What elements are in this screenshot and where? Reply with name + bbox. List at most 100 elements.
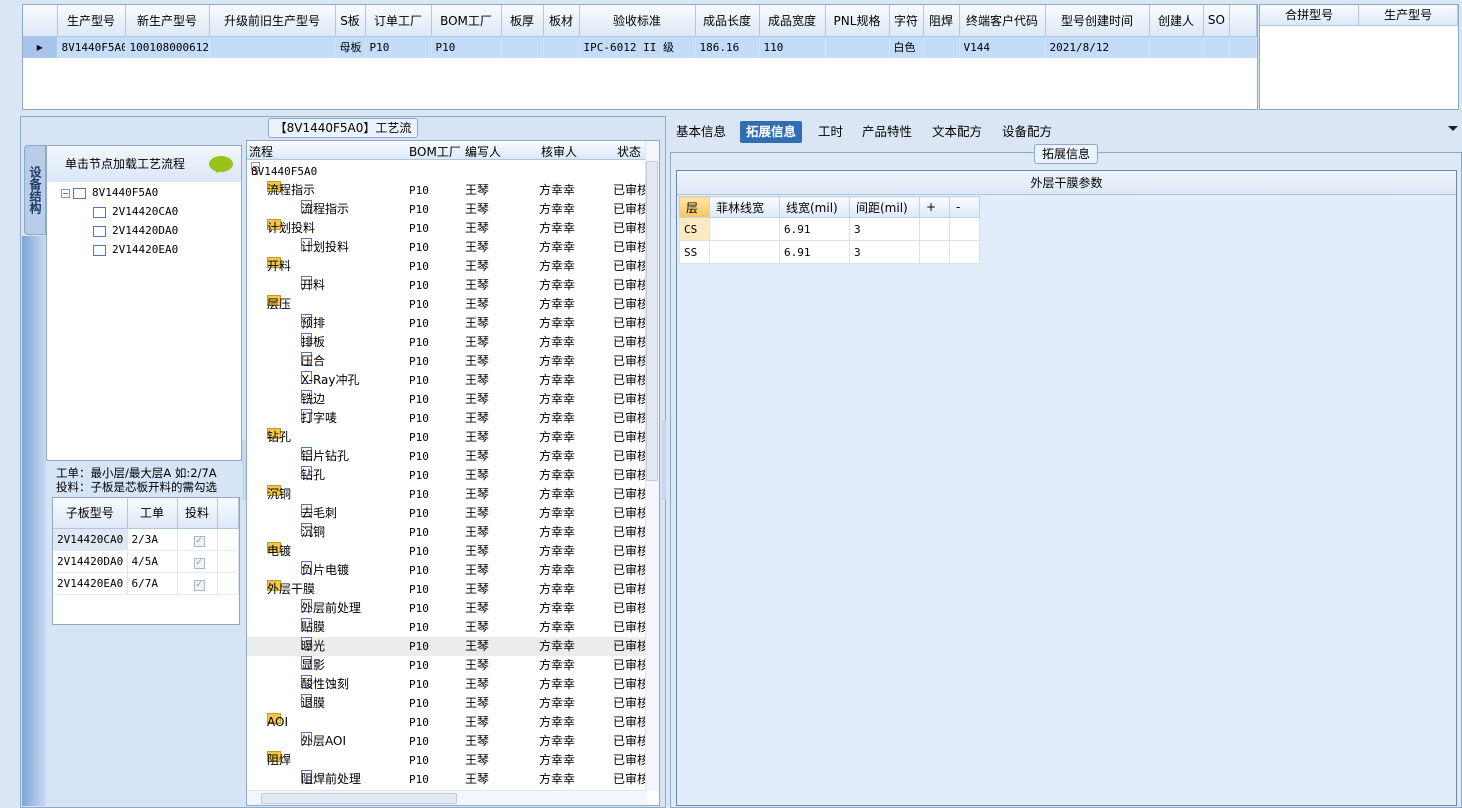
chevron-down-icon[interactable]	[1448, 126, 1458, 136]
flow-step-row[interactable]: 铝片钻孔 P10 王琴 方幸幸 已审核	[247, 447, 649, 466]
flow-step-row[interactable]: 外层前处理 P10 王琴 方幸幸 已审核	[247, 599, 649, 618]
table-row[interactable]: 2V14420EA0 6/7A ✓	[53, 572, 239, 595]
collapse-icon[interactable]: −	[61, 188, 70, 198]
grid-cell[interactable]	[923, 36, 960, 58]
flow-step-row[interactable]: 预排 P10 王琴 方幸幸 已审核	[247, 314, 649, 333]
column-header[interactable]: 创建人	[1149, 5, 1204, 37]
flow-step-row[interactable]: 计划投料 P10 王琴 方幸幸 已审核	[247, 238, 649, 257]
table-row[interactable]: ▸ 8V1440F5A010010800061290母板P10P10IPC-60…	[23, 36, 1257, 58]
tree-root-row[interactable]: − ⌂ 8V1440F5A0	[247, 162, 647, 181]
column-header[interactable]: 订单工厂	[365, 5, 432, 37]
flow-step-row[interactable]: 阻焊前处理 P10 王琴 方幸幸 已审核	[247, 770, 649, 789]
flow-group-row[interactable]: −阻焊P10王琴方幸幸已审核	[247, 751, 649, 770]
grid-cell[interactable]: 白色	[889, 36, 924, 58]
flow-step-row[interactable]: 流程指示 P10 王琴 方幸幸 已审核	[247, 200, 649, 219]
flow-group-row[interactable]: −流程指示P10王琴方幸幸已审核	[247, 181, 649, 200]
column-header-line-width[interactable]: 线宽(mil)	[779, 196, 850, 218]
grid-cell[interactable]: 186.16	[695, 36, 760, 58]
column-header[interactable]: 型号创建时间	[1045, 5, 1150, 37]
flow-group-row[interactable]: −开料P10王琴方幸幸已审核	[247, 257, 649, 276]
flow-group-row[interactable]: −钻孔P10王琴方幸幸已审核	[247, 428, 649, 447]
flow-step-row[interactable]: 酸性蚀刻 P10 王琴 方幸幸 已审核	[247, 675, 649, 694]
tab-extended-info[interactable]: 拓展信息	[740, 121, 803, 143]
column-header[interactable]: 板材	[543, 5, 580, 37]
tab-work-hours[interactable]: 工时	[812, 121, 849, 143]
flow-step-row[interactable]: 铣边 P10 王琴 方幸幸 已审核	[247, 390, 649, 409]
flow-step-row[interactable]: 负片电镀 P10 王琴 方幸幸 已审核	[247, 561, 649, 580]
column-header-production-model[interactable]: 生产型号	[1358, 5, 1458, 26]
flow-step-row[interactable]: 贴膜 P10 王琴 方幸幸 已审核	[247, 618, 649, 637]
tree-node-root[interactable]: −8V1440F5A0	[61, 184, 158, 202]
grid-cell[interactable]: 110	[759, 36, 826, 58]
grid-cell[interactable]	[209, 36, 336, 58]
grid-cell[interactable]: 10010800061290	[125, 36, 210, 58]
remove-column-button[interactable]: -	[949, 196, 980, 218]
tree-node[interactable]: 2V14420EA0	[93, 241, 178, 259]
column-header[interactable]: 成品宽度	[759, 5, 826, 37]
grid-cell[interactable]	[1149, 36, 1204, 58]
add-column-button[interactable]: +	[919, 196, 950, 218]
column-header-status[interactable]: 状态	[617, 143, 641, 160]
column-header-flow[interactable]: 流程	[249, 143, 273, 160]
flow-step-row[interactable]: 显影 P10 王琴 方幸幸 已审核	[247, 656, 649, 675]
column-header[interactable]: 升级前旧生产型号	[209, 5, 336, 37]
column-header-spacing[interactable]: 间距(mil)	[849, 196, 920, 218]
column-header-layer[interactable]: 层	[679, 196, 710, 218]
column-header-order[interactable]: 工单	[127, 498, 178, 529]
column-header-reviewer[interactable]: 核审人	[541, 143, 577, 160]
grid-cell[interactable]	[1203, 36, 1231, 58]
column-header[interactable]: 阻焊	[923, 5, 960, 37]
tab-product-features[interactable]: 产品特性	[856, 121, 918, 143]
column-header[interactable]: 生产型号	[57, 5, 126, 37]
column-header[interactable]: 成品长度	[695, 5, 760, 37]
grid-cell[interactable]: IPC-6012 II 级	[579, 36, 696, 58]
flow-group-row[interactable]: −外层干膜P10王琴方幸幸已审核	[247, 580, 649, 599]
flow-group-row[interactable]: −AOIP10王琴方幸幸已审核	[247, 713, 649, 732]
tab-device-structure[interactable]: 设备结构	[24, 145, 46, 235]
column-header[interactable]: 终端客户代码	[959, 5, 1046, 37]
tree-node[interactable]: 2V14420CA0	[93, 203, 178, 221]
flow-step-row[interactable]: 钻孔 P10 王琴 方幸幸 已审核	[247, 466, 649, 485]
flow-step-row[interactable]: 退膜 P10 王琴 方幸幸 已审核	[247, 694, 649, 713]
flow-group-row[interactable]: −沉铜P10王琴方幸幸已审核	[247, 485, 649, 504]
column-header[interactable]: 新生产型号	[125, 5, 210, 37]
grid-corner[interactable]	[23, 5, 58, 37]
column-header[interactable]: S板	[335, 5, 366, 37]
vertical-scrollbar[interactable]	[645, 141, 659, 791]
column-header-writer[interactable]: 编写人	[465, 143, 501, 160]
splitter-handle[interactable]	[662, 420, 666, 500]
column-header-combined-model[interactable]: 合拼型号	[1260, 5, 1360, 26]
grid-cell[interactable]: P10	[365, 36, 432, 58]
flow-step-row[interactable]: 开料 P10 王琴 方幸幸 已审核	[247, 276, 649, 295]
grid-cell[interactable]: 母板	[335, 36, 366, 58]
flow-step-row[interactable]: X-Ray冲孔 P10 王琴 方幸幸 已审核	[247, 371, 649, 390]
splitter-handle[interactable]	[242, 440, 246, 500]
flow-step-row[interactable]: 外层AOI P10 王琴 方幸幸 已审核	[247, 732, 649, 751]
scroll-thumb[interactable]	[261, 793, 457, 804]
table-row[interactable]: 2V14420CA0 2/3A ✓	[53, 528, 239, 551]
flow-step-row[interactable]: 排板 P10 王琴 方幸幸 已审核	[247, 333, 649, 352]
feed-checkbox[interactable]: ✓	[193, 535, 205, 547]
scroll-thumb[interactable]	[646, 161, 658, 481]
flow-group-row[interactable]: −层压P10王琴方幸幸已审核	[247, 295, 649, 314]
grid-cell[interactable]	[543, 36, 580, 58]
flow-step-row[interactable]: 曝光 P10 王琴 方幸幸 已审核	[247, 637, 649, 656]
tab-text-recipe[interactable]: 文本配方	[926, 121, 988, 143]
table-row[interactable]: CS 6.91 3	[679, 217, 980, 241]
grid-cell[interactable]: 8V1440F5A0	[57, 36, 126, 58]
column-header-sub-model[interactable]: 子板型号	[53, 498, 128, 529]
speech-bubble-icon[interactable]	[209, 156, 233, 173]
row-selector-icon[interactable]: ▸	[23, 36, 58, 58]
table-row[interactable]: SS 6.91 3	[679, 240, 980, 264]
tab-device-recipe[interactable]: 设备配方	[996, 121, 1058, 143]
horizontal-scrollbar[interactable]	[247, 790, 647, 805]
flow-step-row[interactable]: 压合 P10 王琴 方幸幸 已审核	[247, 352, 649, 371]
flow-step-row[interactable]: 沉铜 P10 王琴 方幸幸 已审核	[247, 523, 649, 542]
flow-step-row[interactable]: 打字唛 P10 王琴 方幸幸 已审核	[247, 409, 649, 428]
column-header-feed[interactable]: 投料	[177, 498, 218, 529]
grid-cell[interactable]: 2021/8/12	[1045, 36, 1150, 58]
column-header[interactable]: SO	[1203, 5, 1231, 37]
flow-step-row[interactable]: 去毛刺 P10 王琴 方幸幸 已审核	[247, 504, 649, 523]
feed-checkbox[interactable]: ✓	[193, 557, 205, 569]
feed-checkbox[interactable]: ✓	[193, 579, 205, 591]
